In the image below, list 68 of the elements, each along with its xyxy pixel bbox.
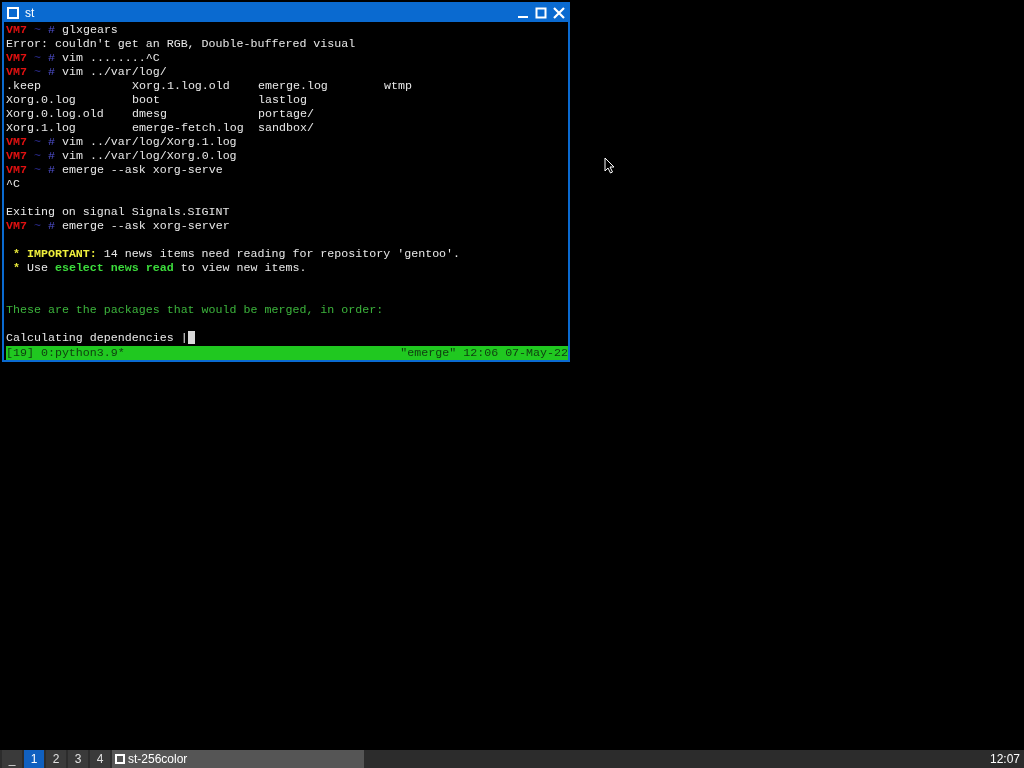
prompt-directory: ~	[33, 65, 41, 79]
output-text: IMPORTANT:	[26, 247, 97, 261]
file-name: dmesg	[132, 107, 167, 120]
output-text: Exiting on signal Signals.SIGINT	[6, 205, 230, 219]
prompt-host: VM7	[6, 135, 27, 149]
prompt-host: VM7	[6, 219, 27, 233]
maximize-icon[interactable]	[535, 7, 547, 19]
command-text: vim ........^C	[61, 51, 160, 65]
desktop-button[interactable]: 3	[68, 750, 88, 768]
output-text: ^C	[6, 177, 20, 191]
window-icon	[115, 754, 125, 764]
desktop-button[interactable]: 1	[24, 750, 44, 768]
command-text: vim ../var/log/Xorg.0.log	[61, 149, 237, 163]
file-name: .keep	[6, 79, 41, 92]
window-icon	[7, 7, 19, 19]
file-name: boot	[132, 93, 160, 106]
status-right: "emerge" 12:06 07-May-22	[400, 346, 568, 360]
file-name: Xorg.0.log	[6, 93, 76, 106]
prompt-sign: #	[47, 135, 55, 149]
prompt-host: VM7	[6, 51, 27, 65]
command-text: vim ../var/log/	[61, 65, 167, 79]
output-text: Error: couldn't get an RGB, Double-buffered visual	[6, 37, 356, 51]
prompt-sign: #	[47, 65, 55, 79]
output-text: Use	[26, 261, 49, 275]
file-name: Xorg.0.log.old	[6, 107, 104, 120]
file-name: wtmp	[384, 79, 412, 92]
prompt-directory: ~	[33, 135, 41, 149]
prompt-directory: ~	[33, 149, 41, 163]
prompt-sign: #	[47, 23, 55, 37]
desktop-button[interactable]: _	[2, 750, 22, 768]
prompt-directory: ~	[33, 163, 41, 177]
prompt-directory: ~	[33, 51, 41, 65]
output-text: These are the packages that would be merged, in order:	[6, 303, 384, 317]
command-text: glxgears	[61, 23, 118, 37]
file-name: emerge-fetch.log	[132, 121, 244, 134]
output-text: Calculating dependencies |	[6, 331, 188, 345]
mouse-pointer-icon	[604, 157, 615, 174]
file-name: emerge.log	[258, 79, 328, 92]
file-name: Xorg.1.log.old	[132, 79, 230, 92]
desktop-button[interactable]: 2	[46, 750, 66, 768]
output-text: to view new items.	[179, 261, 307, 275]
output-text: *	[12, 261, 21, 275]
command-text: emerge --ask xorg-serve	[61, 163, 223, 177]
output-text: *	[12, 247, 21, 261]
file-name: portage/	[258, 107, 314, 120]
desktop-button[interactable]: 4	[90, 750, 110, 768]
prompt-host: VM7	[6, 149, 27, 163]
output-text: 14 news items need reading for repository 'gentoo'.	[102, 247, 461, 261]
command-text: emerge --ask xorg-server	[61, 219, 230, 233]
close-icon[interactable]	[553, 7, 565, 19]
window-title: st	[25, 5, 35, 22]
prompt-sign: #	[47, 163, 55, 177]
task-button[interactable]: st-256color	[112, 750, 364, 768]
command-text: vim ../var/log/Xorg.1.log	[61, 135, 237, 149]
prompt-sign: #	[47, 51, 55, 65]
file-name: Xorg.1.log	[6, 121, 76, 134]
prompt-host: VM7	[6, 65, 27, 79]
file-name: lastlog	[258, 93, 307, 106]
file-name: sandbox/	[258, 121, 314, 134]
prompt-sign: #	[47, 149, 55, 163]
prompt-directory: ~	[33, 23, 41, 37]
prompt-host: VM7	[6, 163, 27, 177]
status-left: [19] 0:python3.9*	[6, 346, 125, 360]
prompt-sign: #	[47, 219, 55, 233]
prompt-host: VM7	[6, 23, 27, 37]
output-text: eselect news read	[54, 261, 174, 275]
prompt-directory: ~	[33, 219, 41, 233]
clock: 12:07	[989, 751, 1021, 768]
